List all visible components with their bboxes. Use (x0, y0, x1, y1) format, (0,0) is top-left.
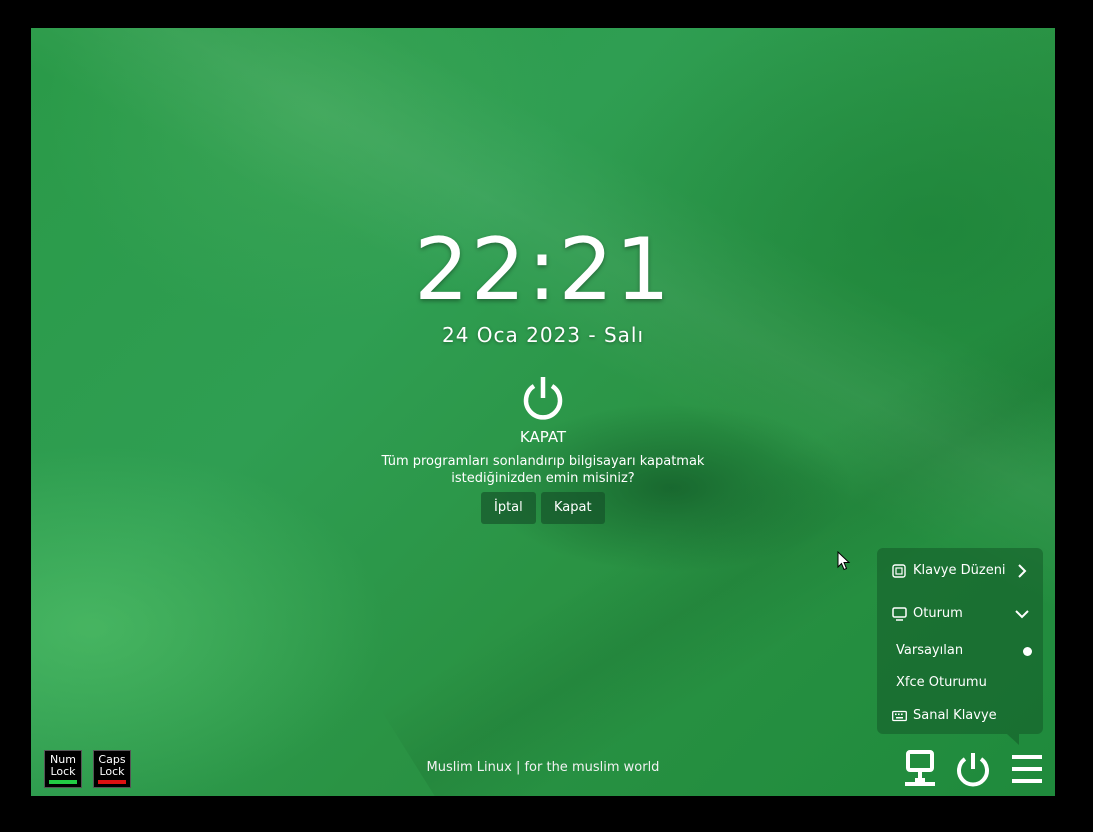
keyboard-icon (892, 710, 907, 722)
session-item[interactable]: Oturum (877, 601, 1043, 627)
popup-pointer (1007, 734, 1019, 745)
mouse-cursor-icon (837, 551, 851, 571)
menu-icon[interactable] (1009, 750, 1045, 788)
session-option-label: Varsayılan (896, 643, 964, 658)
virtual-keyboard-label: Sanal Klavye (913, 708, 997, 723)
session-label: Oturum (913, 606, 963, 621)
keyboard-layout-label: Klavye Düzeni (913, 563, 1006, 578)
shutdown-button[interactable]: Kapat (541, 492, 605, 524)
clock-date: 24 Oca 2023 - Salı (441, 323, 645, 347)
clock-time: 22:21 (414, 220, 672, 320)
monitor-icon (892, 607, 907, 621)
virtual-keyboard-item[interactable]: Sanal Klavye (877, 703, 1043, 729)
caps-lock-status-bar (98, 780, 126, 784)
network-icon[interactable] (902, 750, 938, 788)
chevron-down-icon (1015, 610, 1029, 619)
login-screen: 22:21 24 Oca 2023 - Salı KAPAT Tüm progr… (31, 28, 1055, 796)
num-lock-status-bar (49, 780, 77, 784)
session-option-label: Xfce Oturumu (896, 675, 987, 690)
session-popup-menu: Klavye Düzeni Oturum Varsayılan Xfce Otu… (877, 548, 1043, 734)
power-icon (523, 377, 563, 420)
power-icon[interactable] (955, 750, 991, 788)
session-option-xfce[interactable]: Xfce Oturumu (877, 670, 1043, 696)
keyboard-layout-icon (892, 564, 906, 578)
dialog-message: Tüm programları sonlandırıp bilgisayarı … (381, 454, 705, 486)
dialog-title: KAPAT (519, 428, 567, 446)
session-option-default[interactable]: Varsayılan (877, 638, 1043, 664)
keyboard-layout-item[interactable]: Klavye Düzeni (877, 558, 1043, 584)
cancel-button[interactable]: İptal (481, 492, 536, 524)
selected-check-icon (1023, 647, 1032, 656)
chevron-right-icon (1018, 564, 1027, 578)
